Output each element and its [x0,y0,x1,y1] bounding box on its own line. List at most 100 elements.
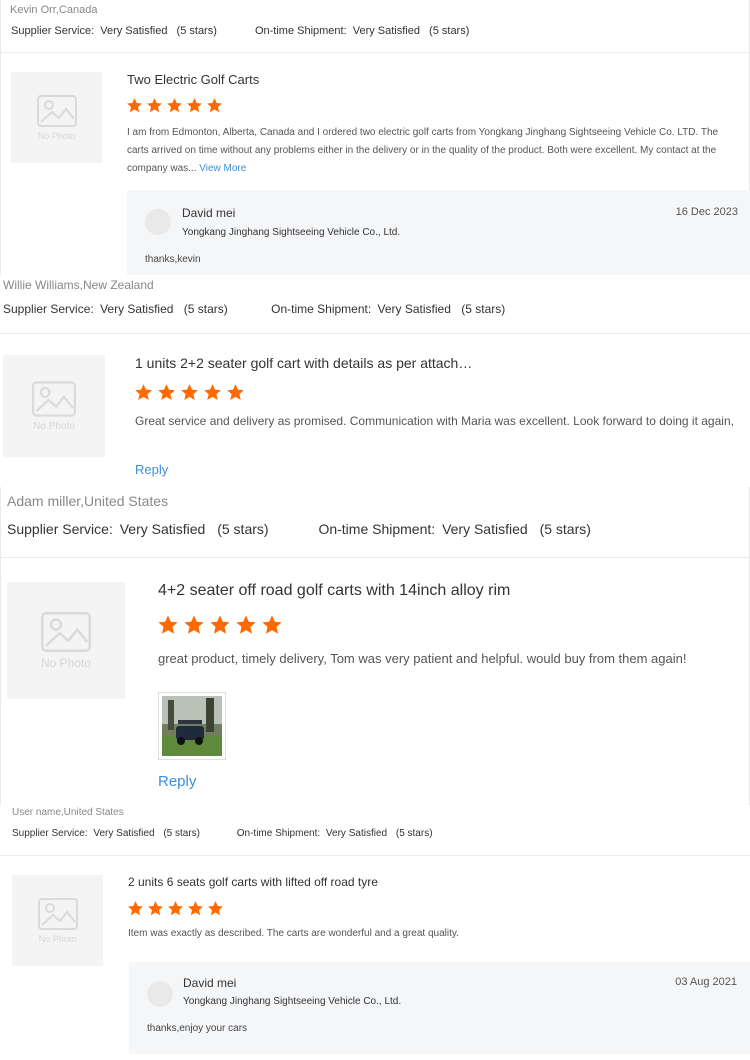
star-icon [188,901,203,916]
no-photo-label: No Photo [40,655,92,670]
view-more-link[interactable]: View More [199,163,246,174]
reply-author-name: David mei [183,976,237,990]
ontime-shipment-value: Very Satisfied [377,302,451,316]
review-card-1: Kevin Orr,Canada Supplier Service: Very … [0,0,750,275]
star-icon [158,615,178,634]
image-placeholder-icon [36,94,77,127]
review-title: Two Electric Golf Carts [127,72,260,87]
reviewer-photo-placeholder: No Photo [3,355,105,457]
reviewer-photo-placeholder: No Photo [7,582,125,699]
review-title: 1 units 2+2 seater golf cart with detail… [135,355,473,371]
star-icon [158,384,175,401]
ontime-shipment-label: On-time Shipment: [254,25,347,37]
star-rating [157,614,287,636]
avatar [145,209,171,235]
review-text: Item was exactly as described. The carts… [128,928,459,939]
review-text: Great service and delivery as promised. … [135,414,734,428]
rating-summary: Supplier Service: Very Satisfied (5 star… [7,521,591,537]
star-icon [148,901,163,916]
ontime-shipment-value: Very Satisfied [325,828,388,839]
reply-date: 16 Dec 2023 [675,206,738,218]
supplier-service-label: Supplier Service: [11,25,95,37]
ontime-shipment-label: On-time Shipment: [318,521,436,537]
star-icon [208,901,223,916]
supplier-service-value: Very Satisfied [100,25,168,37]
star-icon [168,901,183,916]
review-title: 4+2 seater off road golf carts with 14in… [158,582,511,599]
reviewer-name: Adam miller,United States [7,493,169,509]
star-icon [167,98,182,113]
star-icon [236,615,256,634]
reply-author-name: David mei [182,206,236,220]
ontime-shipment-stars: (5 stars) [429,25,470,37]
ontime-shipment-value: Very Satisfied [442,521,528,537]
supplier-reply: David mei Yongkang Jinghang Sightseeing … [129,962,750,1054]
supplier-service-value: Very Satisfied [100,302,174,316]
supplier-service-stars: (5 stars) [163,828,200,839]
star-icon [227,384,244,401]
star-icon [135,384,152,401]
avatar [147,981,173,1007]
reply-link[interactable]: Reply [135,462,168,477]
supplier-reply: David mei Yongkang Jinghang Sightseeing … [127,190,750,275]
star-icon [207,98,222,113]
star-icon [204,384,221,401]
image-placeholder-icon [41,611,91,652]
star-icon [184,615,204,634]
ontime-shipment-stars: (5 stars) [539,521,591,537]
reviewer-photo-placeholder: No Photo [12,875,103,966]
reviewer-photo-placeholder: No Photo [11,72,102,163]
reply-text: thanks,kevin [145,254,201,265]
golf-cart-photo [162,696,222,756]
supplier-service-value: Very Satisfied [119,521,206,537]
ontime-shipment-stars: (5 stars) [461,302,506,316]
divider [1,557,749,558]
star-icon [210,615,230,634]
star-icon [262,615,282,634]
reply-company: Yongkang Jinghang Sightseeing Vehicle Co… [183,996,402,1007]
reviewer-name: Willie Williams,New Zealand [3,278,154,292]
supplier-service-value: Very Satisfied [93,828,155,839]
star-icon [187,98,202,113]
star-icon [147,98,162,113]
reply-company: Yongkang Jinghang Sightseeing Vehicle Co… [182,227,401,238]
ontime-shipment-label: On-time Shipment: [236,828,321,839]
reply-text: thanks,enjoy your cars [147,1023,248,1034]
review-text: great product, timely delivery, Tom was … [158,651,687,666]
supplier-service-stars: (5 stars) [183,302,228,316]
star-icon [181,384,198,401]
rating-summary: Supplier Service: Very Satisfied (5 star… [11,25,469,37]
reviewer-name: Kevin Orr,Canada [10,4,98,16]
ontime-shipment-label: On-time Shipment: [271,302,372,316]
rating-summary: Supplier Service: Very Satisfied (5 star… [3,302,505,316]
divider [0,333,750,334]
supplier-service-stars: (5 stars) [217,521,269,537]
no-photo-label: No Photo [33,420,75,432]
review-photo-thumbnail[interactable] [158,692,226,760]
review-title: 2 units 6 seats golf carts with lifted o… [128,875,378,889]
review-card-3: Adam miller,United States Supplier Servi… [0,487,750,805]
ontime-shipment-stars: (5 stars) [395,828,433,839]
supplier-service-stars: (5 stars) [176,25,217,37]
supplier-service-label: Supplier Service: [12,828,88,839]
divider [0,855,750,856]
review-card-2: Willie Williams,New Zealand Supplier Ser… [0,275,750,487]
reply-date: 03 Aug 2021 [675,976,737,988]
rating-summary: Supplier Service: Very Satisfied (5 star… [12,828,433,839]
reply-link[interactable]: Reply [158,773,196,790]
star-rating [134,383,249,402]
no-photo-label: No Photo [37,130,76,141]
star-rating [127,900,227,917]
image-placeholder-icon [37,897,78,930]
star-rating [126,97,226,114]
image-placeholder-icon [32,380,76,417]
star-icon [128,901,143,916]
supplier-service-label: Supplier Service: [3,302,94,316]
ontime-shipment-value: Very Satisfied [352,25,420,37]
reviewer-name: User name,United States [12,807,124,818]
no-photo-label: No Photo [38,933,77,944]
supplier-service-label: Supplier Service: [7,521,113,537]
star-icon [127,98,142,113]
divider [1,52,749,53]
review-card-4: User name,United States Supplier Service… [0,805,750,1060]
